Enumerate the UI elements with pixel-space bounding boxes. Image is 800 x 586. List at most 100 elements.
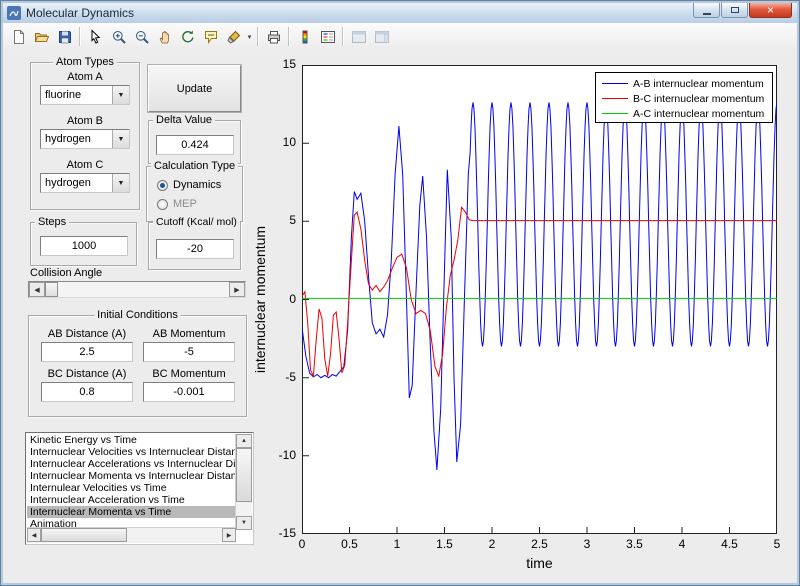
atom-c-label: Atom C bbox=[31, 159, 139, 171]
list-item[interactable]: Internuclear Momenta vs Internuclear Dis… bbox=[27, 470, 236, 482]
vscroll-thumb[interactable] bbox=[236, 448, 252, 502]
x-tick-label: 1.5 bbox=[425, 537, 465, 551]
figure-toolbar: ▾ bbox=[3, 23, 797, 51]
ab-distance-field[interactable] bbox=[41, 342, 133, 362]
figure-client-area: Atom Types Atom A fluorine ▼ Atom B hydr… bbox=[3, 50, 797, 583]
steps-field[interactable] bbox=[40, 236, 128, 256]
y-tick-label: 5 bbox=[256, 213, 296, 227]
open-file-button[interactable] bbox=[30, 25, 53, 48]
list-item[interactable]: Internulear Velocities vs Time bbox=[27, 482, 236, 494]
y-tick-label: -5 bbox=[256, 370, 296, 384]
list-item[interactable]: Internuclear Accelerations vs Internucle… bbox=[27, 458, 236, 470]
slider-left-arrow[interactable]: ◀ bbox=[29, 282, 45, 297]
bc-momentum-field[interactable] bbox=[143, 382, 235, 402]
brush-dropdown-button[interactable]: ▾ bbox=[245, 25, 254, 48]
ab-momentum-field[interactable] bbox=[143, 342, 235, 362]
plot-area[interactable] bbox=[302, 65, 777, 534]
new-figure-icon bbox=[11, 29, 27, 45]
radio-mep-label: MEP bbox=[173, 198, 197, 210]
legend-icon bbox=[320, 29, 336, 45]
atom-a-label: Atom A bbox=[31, 71, 139, 83]
legend-rows: A-B internuclear momentumB-C internuclea… bbox=[596, 76, 772, 121]
bc-distance-field[interactable] bbox=[41, 382, 133, 402]
listbox-vertical-scrollbar[interactable]: ▲ ▼ bbox=[235, 434, 252, 530]
update-button[interactable]: Update bbox=[148, 65, 241, 112]
list-item[interactable]: Kinetic Energy vs Time bbox=[27, 434, 236, 446]
slider-thumb[interactable] bbox=[45, 282, 58, 297]
atom-a-dropdown[interactable]: fluorine ▼ bbox=[40, 85, 130, 105]
collision-angle-slider[interactable]: ◀ ▶ bbox=[28, 281, 246, 298]
printer-icon bbox=[266, 29, 282, 45]
bc-momentum-label: BC Momentum bbox=[141, 368, 237, 380]
steps-panel: Steps bbox=[30, 222, 137, 266]
atom-b-dropdown[interactable]: hydrogen ▼ bbox=[40, 129, 130, 149]
arrow-left-icon: ◀ bbox=[32, 532, 37, 539]
legend-line-sample bbox=[602, 83, 628, 84]
new-figure-button[interactable] bbox=[7, 25, 30, 48]
minimize-button[interactable] bbox=[693, 3, 720, 18]
app-window: Molecular Dynamics × ▾ Atom Types bbox=[0, 0, 800, 586]
dropdown-arrow-icon[interactable]: ▼ bbox=[112, 86, 129, 104]
legend-entry-label: A-B internuclear momentum bbox=[633, 78, 764, 90]
scroll-left-button[interactable]: ◀ bbox=[27, 528, 41, 542]
arrow-down-icon: ▼ bbox=[241, 520, 247, 526]
pan-hand-icon bbox=[157, 29, 173, 45]
arrow-left-icon: ◀ bbox=[34, 286, 39, 294]
plot-legend[interactable]: A-B internuclear momentumB-C internuclea… bbox=[595, 72, 773, 123]
atom-b-label: Atom B bbox=[31, 115, 139, 127]
atom-c-value: hydrogen bbox=[41, 174, 112, 192]
zoom-in-button[interactable] bbox=[107, 25, 130, 48]
data-cursor-button[interactable] bbox=[199, 25, 222, 48]
insert-colorbar-button[interactable] bbox=[293, 25, 316, 48]
scroll-up-button[interactable]: ▲ bbox=[236, 434, 252, 448]
listbox-horizontal-scrollbar[interactable]: ◀ ▶ bbox=[27, 527, 236, 543]
pointer-arrow-icon bbox=[88, 29, 104, 45]
dropdown-arrow-icon[interactable]: ▼ bbox=[112, 174, 129, 192]
slider-right-arrow[interactable]: ▶ bbox=[229, 282, 245, 297]
plot-type-listbox[interactable]: Kinetic Energy vs TimeInternuclear Veloc… bbox=[25, 432, 254, 545]
legend-entry: A-B internuclear momentum bbox=[596, 76, 772, 91]
delta-value-field[interactable] bbox=[156, 135, 234, 155]
toolbar-separator bbox=[79, 27, 81, 46]
open-file-icon bbox=[34, 29, 50, 45]
legend-line-sample bbox=[602, 113, 628, 114]
edit-plot-button[interactable] bbox=[84, 25, 107, 48]
arrow-right-icon: ▶ bbox=[227, 532, 232, 539]
show-plot-tools-button[interactable] bbox=[370, 25, 393, 48]
pan-button[interactable] bbox=[153, 25, 176, 48]
colorbar-icon bbox=[297, 29, 313, 45]
rotate-3d-button[interactable] bbox=[176, 25, 199, 48]
save-figure-icon bbox=[57, 29, 73, 45]
title-bar[interactable]: Molecular Dynamics × bbox=[3, 3, 797, 24]
print-figure-button[interactable] bbox=[262, 25, 285, 48]
list-item[interactable]: Internuclear Velocities vs Internuclear … bbox=[27, 446, 236, 458]
y-tick-label: 15 bbox=[256, 57, 296, 71]
dropdown-arrow-icon[interactable]: ▼ bbox=[112, 130, 129, 148]
save-figure-button[interactable] bbox=[53, 25, 76, 48]
scroll-right-button[interactable]: ▶ bbox=[222, 528, 236, 542]
y-tick-label: -15 bbox=[256, 526, 296, 540]
radio-mep[interactable]: MEP bbox=[157, 198, 197, 210]
legend-entry: A-C internuclear momentum bbox=[596, 106, 772, 121]
maximize-button[interactable] bbox=[721, 3, 748, 18]
list-item[interactable]: Internuclear Acceleration vs Time bbox=[27, 494, 236, 506]
hscroll-thumb[interactable] bbox=[41, 528, 127, 542]
app-icon bbox=[7, 6, 21, 20]
collision-angle-label: Collision Angle bbox=[30, 267, 102, 279]
cutoff-field[interactable] bbox=[156, 239, 234, 259]
toolbar-separator bbox=[257, 27, 259, 46]
brush-button[interactable] bbox=[222, 25, 245, 48]
scroll-down-button[interactable]: ▼ bbox=[236, 516, 252, 530]
list-item[interactable]: Internuclear Momenta vs Time bbox=[27, 506, 236, 518]
y-tick-label: 0 bbox=[256, 292, 296, 306]
atom-c-dropdown[interactable]: hydrogen ▼ bbox=[40, 173, 130, 193]
hide-plot-tools-button[interactable] bbox=[347, 25, 370, 48]
minimize-icon bbox=[703, 13, 711, 15]
legend-entry: B-C internuclear momentum bbox=[596, 91, 772, 106]
close-button[interactable]: × bbox=[749, 3, 792, 18]
insert-legend-button[interactable] bbox=[316, 25, 339, 48]
zoom-out-button[interactable] bbox=[130, 25, 153, 48]
calculation-type-title: Calculation Type bbox=[151, 160, 238, 172]
legend-line-sample bbox=[602, 98, 628, 99]
radio-dynamics[interactable]: Dynamics bbox=[157, 179, 221, 191]
